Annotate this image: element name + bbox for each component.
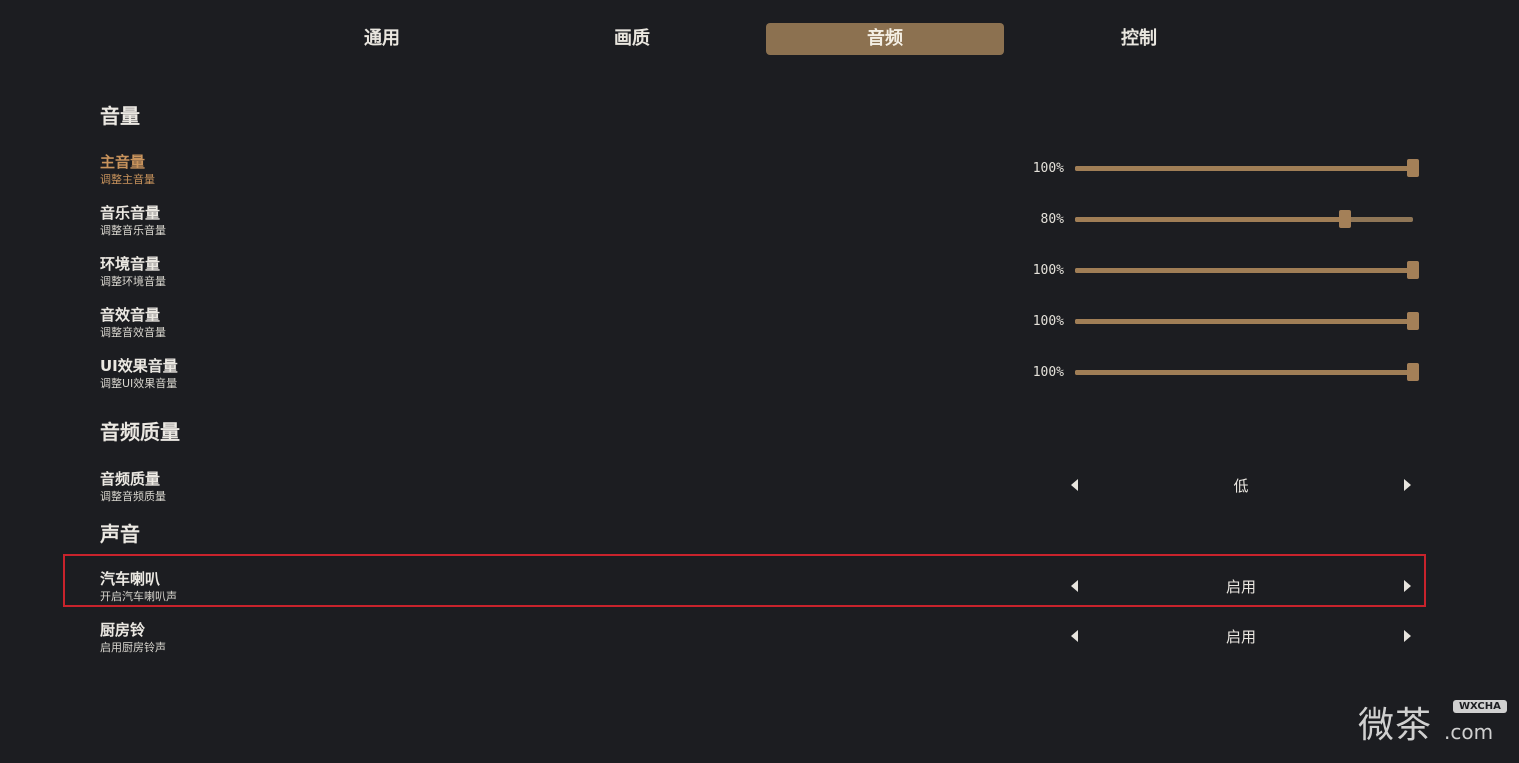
volume-slider-fill (1075, 268, 1413, 273)
volume-slider-track[interactable] (1075, 159, 1419, 177)
setting-title: UI效果音量 (100, 357, 178, 375)
volume-slider-fill (1075, 370, 1413, 375)
volume-slider-fill (1075, 319, 1413, 324)
setting-title: 主音量 (100, 153, 146, 171)
setting-row-car-horn[interactable]: 汽车喇叭 开启汽车喇叭声 启用 (0, 568, 1519, 612)
setting-title: 厨房铃 (100, 621, 146, 639)
setting-row-ambient-volume[interactable]: 环境音量 调整环境音量 100% (0, 253, 1519, 297)
volume-slider-track[interactable] (1075, 363, 1419, 381)
volume-percent: 100% (1032, 365, 1064, 380)
volume-slider-thumb[interactable] (1407, 363, 1419, 381)
triangle-right-icon[interactable] (1404, 479, 1411, 491)
setting-subtitle: 调整主音量 (100, 173, 155, 186)
volume-slider-thumb[interactable] (1407, 312, 1419, 330)
volume-slider-thumb[interactable] (1339, 210, 1352, 228)
volume-slider-thumb[interactable] (1407, 159, 1419, 177)
tab-bar: 通用 画质 音频 控制 (263, 23, 1268, 55)
setting-row-master-volume[interactable]: 主音量 调整主音量 100% (0, 151, 1519, 195)
setting-subtitle: 启用厨房铃声 (100, 641, 166, 654)
setting-title: 环境音量 (100, 255, 161, 273)
setting-subtitle: 调整UI效果音量 (100, 377, 178, 390)
watermark-text: 微茶 (1358, 705, 1433, 746)
setting-subtitle: 开启汽车喇叭声 (100, 590, 177, 603)
setting-row-sfx-volume[interactable]: 音效音量 调整音效音量 100% (0, 304, 1519, 348)
volume-percent: 100% (1032, 263, 1064, 278)
setting-row-ui-volume[interactable]: UI效果音量 调整UI效果音量 100% (0, 355, 1519, 399)
setting-row-audio-quality[interactable]: 音频质量 调整音频质量 低 (0, 468, 1519, 512)
selector-value: 启用 (1225, 578, 1256, 596)
setting-title: 汽车喇叭 (100, 570, 161, 588)
volume-slider-track[interactable] (1075, 261, 1419, 279)
volume-slider-fill (1075, 166, 1413, 171)
volume-percent: 100% (1032, 161, 1064, 176)
volume-percent: 100% (1032, 314, 1064, 329)
tab-general[interactable]: 通用 (263, 23, 501, 55)
volume-slider-thumb[interactable] (1407, 261, 1419, 279)
triangle-left-icon[interactable] (1071, 630, 1078, 642)
volume-percent: 80% (1040, 212, 1064, 227)
selector-value: 低 (1233, 477, 1249, 495)
tab-graphics[interactable]: 画质 (513, 23, 751, 55)
setting-row-music-volume[interactable]: 音乐音量 调整音乐音量 80% (0, 202, 1519, 246)
watermark-suffix: .com (1444, 720, 1494, 744)
section-quality-heading: 音频质量 (100, 420, 180, 444)
volume-slider-track[interactable] (1075, 210, 1413, 228)
watermark-badge: WXCHA (1453, 700, 1507, 713)
volume-slider-track[interactable] (1075, 312, 1419, 330)
section-sound-heading: 声音 (100, 522, 140, 546)
setting-subtitle: 调整音效音量 (100, 326, 166, 339)
setting-subtitle: 调整音乐音量 (100, 224, 166, 237)
volume-slider-fill (1075, 217, 1346, 222)
setting-title: 音频质量 (100, 470, 161, 488)
setting-row-kitchen-bell[interactable]: 厨房铃 启用厨房铃声 启用 (0, 619, 1519, 663)
setting-title: 音效音量 (100, 306, 161, 324)
setting-title: 音乐音量 (100, 204, 161, 222)
triangle-right-icon[interactable] (1404, 580, 1411, 592)
selector-value: 启用 (1225, 628, 1256, 646)
section-volume-heading: 音量 (100, 104, 140, 128)
setting-subtitle: 调整环境音量 (100, 275, 166, 288)
triangle-right-icon[interactable] (1404, 630, 1411, 642)
triangle-left-icon[interactable] (1071, 479, 1078, 491)
watermark: 微茶 WXCHA .com (1358, 696, 1508, 746)
tab-audio[interactable]: 音频 (766, 23, 1004, 55)
setting-subtitle: 调整音频质量 (100, 490, 166, 503)
triangle-left-icon[interactable] (1071, 580, 1078, 592)
tab-controls[interactable]: 控制 (1020, 23, 1258, 55)
